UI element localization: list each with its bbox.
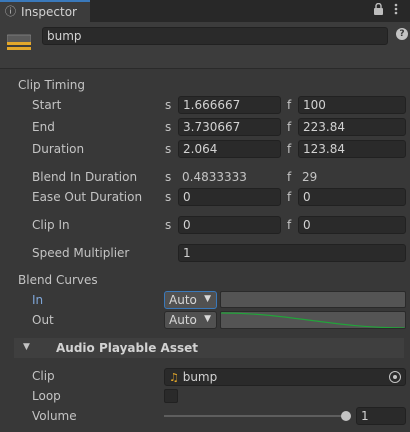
blend-in-seconds-value: 0.4833333 bbox=[182, 170, 247, 184]
end-seconds-unit: s bbox=[165, 120, 172, 134]
end-label: End bbox=[32, 120, 55, 134]
foldout-arrow-icon: ▼ bbox=[23, 342, 30, 352]
blend-out-mode-dropdown[interactable]: Auto ▼ bbox=[164, 311, 217, 329]
clip-in-seconds-unit: s bbox=[165, 218, 172, 232]
speed-multiplier-field[interactable]: 1 bbox=[178, 244, 406, 262]
tab-label: Inspector bbox=[21, 5, 77, 19]
audio-playable-asset-label: Audio Playable Asset bbox=[56, 341, 198, 355]
tab-inspector[interactable]: ⓘ Inspector bbox=[0, 0, 90, 22]
blend-in-frames-value: 29 bbox=[302, 170, 318, 184]
chevron-down-icon: ▼ bbox=[204, 294, 211, 304]
duration-frames-unit: f bbox=[287, 142, 292, 156]
blend-out-mode-value: Auto bbox=[169, 313, 197, 327]
info-icon: ⓘ bbox=[5, 5, 16, 18]
duration-label: Duration bbox=[32, 142, 85, 156]
blend-out-label: Out bbox=[32, 313, 54, 327]
lock-icon[interactable] bbox=[373, 2, 384, 18]
volume-slider-thumb[interactable] bbox=[341, 411, 351, 421]
help-icon[interactable]: ? bbox=[396, 28, 408, 40]
audio-clip-icon: ♫ bbox=[169, 371, 179, 384]
ease-out-frames-field[interactable]: 0 bbox=[298, 188, 406, 206]
duration-seconds-field[interactable]: 2.064 bbox=[178, 140, 281, 158]
clip-name-field[interactable]: bump bbox=[42, 27, 388, 45]
timeline-clip-icon bbox=[6, 33, 32, 53]
start-seconds-unit: s bbox=[165, 98, 172, 112]
blend-in-mode-value: Auto bbox=[169, 293, 197, 307]
kebab-menu-icon[interactable] bbox=[394, 3, 398, 18]
clip-timing-label: Clip Timing bbox=[18, 78, 86, 92]
blend-in-duration-label: Blend In Duration bbox=[32, 170, 138, 184]
start-frames-unit: f bbox=[287, 98, 292, 112]
blend-in-frames-unit: f bbox=[287, 170, 292, 184]
blend-out-curve-preview[interactable] bbox=[220, 311, 406, 329]
loop-checkbox[interactable] bbox=[164, 389, 178, 403]
blend-in-mode-dropdown[interactable]: Auto ▼ bbox=[164, 291, 217, 309]
audio-playable-asset-foldout[interactable]: ▼ Audio Playable Asset bbox=[14, 338, 404, 358]
blend-in-label: In bbox=[32, 293, 44, 307]
duration-seconds-unit: s bbox=[165, 142, 172, 156]
ease-out-duration-label: Ease Out Duration bbox=[32, 190, 143, 204]
ease-out-frames-unit: f bbox=[287, 190, 292, 204]
inspector-header: bump ? bbox=[0, 22, 410, 69]
clip-in-frames-unit: f bbox=[287, 218, 292, 232]
clip-label: Clip bbox=[32, 369, 55, 383]
audio-clip-field[interactable]: ♫ bump bbox=[164, 368, 406, 386]
object-picker-icon[interactable] bbox=[389, 371, 401, 383]
ease-out-seconds-field[interactable]: 0 bbox=[178, 188, 281, 206]
clip-in-seconds-field[interactable]: 0 bbox=[178, 216, 281, 234]
volume-label: Volume bbox=[32, 409, 77, 423]
start-label: Start bbox=[32, 98, 62, 112]
chevron-down-icon: ▼ bbox=[204, 314, 211, 324]
blend-curves-label: Blend Curves bbox=[18, 273, 98, 287]
speed-multiplier-label: Speed Multiplier bbox=[32, 246, 130, 260]
blend-in-curve-preview[interactable] bbox=[220, 291, 406, 308]
end-frames-unit: f bbox=[287, 120, 292, 134]
duration-frames-field[interactable]: 123.84 bbox=[298, 140, 406, 158]
volume-field[interactable]: 1 bbox=[356, 407, 406, 425]
start-frames-field[interactable]: 100 bbox=[298, 96, 406, 114]
ease-out-seconds-unit: s bbox=[165, 190, 172, 204]
blend-in-seconds-unit: s bbox=[165, 170, 172, 184]
audio-clip-value: bump bbox=[182, 370, 218, 384]
clip-in-frames-field[interactable]: 0 bbox=[298, 216, 406, 234]
end-seconds-field[interactable]: 3.730667 bbox=[178, 118, 281, 136]
tab-bar: ⓘ Inspector bbox=[0, 0, 410, 22]
loop-label: Loop bbox=[32, 389, 61, 403]
clip-in-label: Clip In bbox=[32, 218, 70, 232]
start-seconds-field[interactable]: 1.666667 bbox=[178, 96, 281, 114]
end-frames-field[interactable]: 223.84 bbox=[298, 118, 406, 136]
volume-slider-track[interactable] bbox=[164, 415, 348, 417]
